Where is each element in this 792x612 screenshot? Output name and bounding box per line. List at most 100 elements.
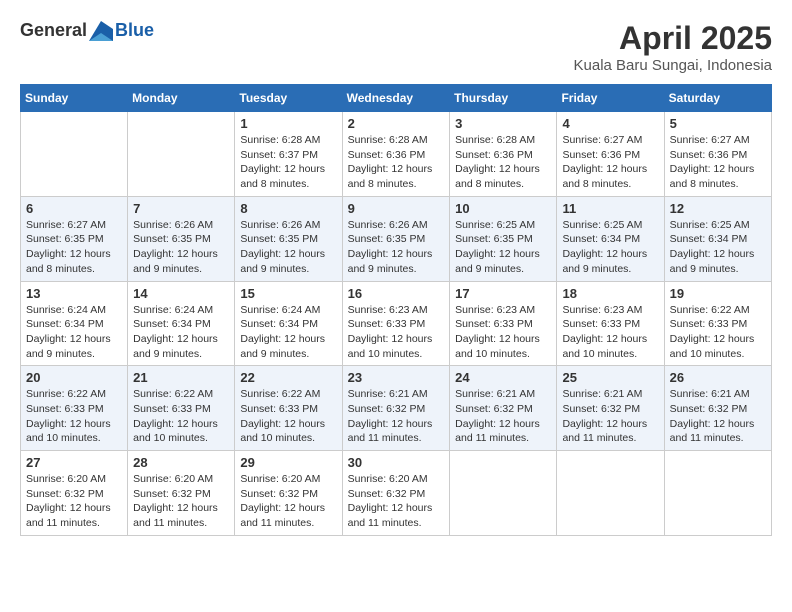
calendar-cell: 16 Sunrise: 6:23 AMSunset: 6:33 PMDayligh…	[342, 281, 450, 366]
calendar-cell: 10 Sunrise: 6:25 AMSunset: 6:35 PMDayligh…	[450, 196, 557, 281]
page-header: General Blue April 2025 Kuala Baru Sunga…	[20, 20, 772, 74]
calendar-week-4: 20 Sunrise: 6:22 AMSunset: 6:33 PMDayligh…	[21, 366, 772, 451]
calendar-cell: 3 Sunrise: 6:28 AMSunset: 6:36 PMDaylight…	[450, 112, 557, 197]
logo-general-text: General	[20, 20, 87, 41]
weekday-header-saturday: Saturday	[664, 85, 771, 112]
day-number: 29	[240, 455, 336, 470]
calendar-cell	[664, 451, 771, 536]
day-info: Sunrise: 6:24 AMSunset: 6:34 PMDaylight:…	[240, 303, 336, 362]
calendar-cell: 5 Sunrise: 6:27 AMSunset: 6:36 PMDaylight…	[664, 112, 771, 197]
day-number: 19	[670, 286, 766, 301]
day-number: 11	[562, 201, 658, 216]
calendar-cell	[450, 451, 557, 536]
calendar-cell: 15 Sunrise: 6:24 AMSunset: 6:34 PMDayligh…	[235, 281, 342, 366]
day-info: Sunrise: 6:20 AMSunset: 6:32 PMDaylight:…	[240, 472, 336, 531]
day-info: Sunrise: 6:22 AMSunset: 6:33 PMDaylight:…	[240, 387, 336, 446]
day-info: Sunrise: 6:25 AMSunset: 6:34 PMDaylight:…	[670, 218, 766, 277]
calendar-cell: 12 Sunrise: 6:25 AMSunset: 6:34 PMDayligh…	[664, 196, 771, 281]
calendar-cell: 29 Sunrise: 6:20 AMSunset: 6:32 PMDayligh…	[235, 451, 342, 536]
calendar-cell: 13 Sunrise: 6:24 AMSunset: 6:34 PMDayligh…	[21, 281, 128, 366]
calendar-cell: 23 Sunrise: 6:21 AMSunset: 6:32 PMDayligh…	[342, 366, 450, 451]
day-number: 21	[133, 370, 229, 385]
day-info: Sunrise: 6:23 AMSunset: 6:33 PMDaylight:…	[455, 303, 551, 362]
logo-icon	[89, 21, 113, 41]
day-number: 10	[455, 201, 551, 216]
day-number: 18	[562, 286, 658, 301]
day-info: Sunrise: 6:25 AMSunset: 6:34 PMDaylight:…	[562, 218, 658, 277]
logo-blue-text: Blue	[115, 20, 154, 41]
weekday-header-sunday: Sunday	[21, 85, 128, 112]
calendar-cell: 20 Sunrise: 6:22 AMSunset: 6:33 PMDayligh…	[21, 366, 128, 451]
calendar-cell: 11 Sunrise: 6:25 AMSunset: 6:34 PMDayligh…	[557, 196, 664, 281]
day-number: 24	[455, 370, 551, 385]
day-info: Sunrise: 6:23 AMSunset: 6:33 PMDaylight:…	[348, 303, 445, 362]
day-number: 26	[670, 370, 766, 385]
day-number: 30	[348, 455, 445, 470]
day-number: 25	[562, 370, 658, 385]
day-info: Sunrise: 6:27 AMSunset: 6:35 PMDaylight:…	[26, 218, 122, 277]
calendar-cell: 19Sunrise: 6:22 AMSunset: 6:33 PMDayligh…	[664, 281, 771, 366]
day-number: 23	[348, 370, 445, 385]
calendar-header: SundayMondayTuesdayWednesdayThursdayFrid…	[21, 85, 772, 112]
calendar-week-2: 6Sunrise: 6:27 AMSunset: 6:35 PMDaylight…	[21, 196, 772, 281]
calendar-cell	[128, 112, 235, 197]
day-info: Sunrise: 6:21 AMSunset: 6:32 PMDaylight:…	[670, 387, 766, 446]
day-info: Sunrise: 6:21 AMSunset: 6:32 PMDaylight:…	[455, 387, 551, 446]
calendar-cell: 25 Sunrise: 6:21 AMSunset: 6:32 PMDayligh…	[557, 366, 664, 451]
day-info: Sunrise: 6:26 AMSunset: 6:35 PMDaylight:…	[348, 218, 445, 277]
day-number: 2	[348, 116, 445, 131]
weekday-header-row: SundayMondayTuesdayWednesdayThursdayFrid…	[21, 85, 772, 112]
day-number: 9	[348, 201, 445, 216]
day-number: 27	[26, 455, 122, 470]
calendar-cell: 1 Sunrise: 6:28 AMSunset: 6:37 PMDaylight…	[235, 112, 342, 197]
calendar-week-5: 27 Sunrise: 6:20 AMSunset: 6:32 PMDayligh…	[21, 451, 772, 536]
day-number: 3	[455, 116, 551, 131]
title-block: April 2025 Kuala Baru Sungai, Indonesia	[574, 20, 772, 74]
calendar-cell: 24 Sunrise: 6:21 AMSunset: 6:32 PMDayligh…	[450, 366, 557, 451]
calendar-cell: 8 Sunrise: 6:26 AMSunset: 6:35 PMDaylight…	[235, 196, 342, 281]
day-number: 20	[26, 370, 122, 385]
day-number: 17	[455, 286, 551, 301]
day-number: 16	[348, 286, 445, 301]
day-info: Sunrise: 6:26 AMSunset: 6:35 PMDaylight:…	[240, 218, 336, 277]
day-number: 13	[26, 286, 122, 301]
day-info: Sunrise: 6:21 AMSunset: 6:32 PMDaylight:…	[562, 387, 658, 446]
day-info: Sunrise: 6:27 AMSunset: 6:36 PMDaylight:…	[670, 133, 766, 192]
day-number: 15	[240, 286, 336, 301]
calendar-cell: 18 Sunrise: 6:23 AMSunset: 6:33 PMDayligh…	[557, 281, 664, 366]
day-info: Sunrise: 6:22 AMSunset: 6:33 PMDaylight:…	[26, 387, 122, 446]
calendar-cell: 26 Sunrise: 6:21 AMSunset: 6:32 PMDayligh…	[664, 366, 771, 451]
day-number: 28	[133, 455, 229, 470]
calendar-cell	[557, 451, 664, 536]
day-info: Sunrise: 6:20 AMSunset: 6:32 PMDaylight:…	[133, 472, 229, 531]
calendar-cell: 22 Sunrise: 6:22 AMSunset: 6:33 PMDayligh…	[235, 366, 342, 451]
day-info: Sunrise: 6:28 AMSunset: 6:37 PMDaylight:…	[240, 133, 336, 192]
day-number: 4	[562, 116, 658, 131]
calendar-cell: 21Sunrise: 6:22 AMSunset: 6:33 PMDayligh…	[128, 366, 235, 451]
day-number: 1	[240, 116, 336, 131]
day-info: Sunrise: 6:28 AMSunset: 6:36 PMDaylight:…	[455, 133, 551, 192]
day-number: 14	[133, 286, 229, 301]
weekday-header-tuesday: Tuesday	[235, 85, 342, 112]
day-info: Sunrise: 6:25 AMSunset: 6:35 PMDaylight:…	[455, 218, 551, 277]
day-number: 5	[670, 116, 766, 131]
calendar-cell: 7 Sunrise: 6:26 AMSunset: 6:35 PMDaylight…	[128, 196, 235, 281]
calendar-cell: 4 Sunrise: 6:27 AMSunset: 6:36 PMDaylight…	[557, 112, 664, 197]
day-info: Sunrise: 6:26 AMSunset: 6:35 PMDaylight:…	[133, 218, 229, 277]
calendar-cell: 17 Sunrise: 6:23 AMSunset: 6:33 PMDayligh…	[450, 281, 557, 366]
day-info: Sunrise: 6:28 AMSunset: 6:36 PMDaylight:…	[348, 133, 445, 192]
day-number: 22	[240, 370, 336, 385]
day-info: Sunrise: 6:24 AMSunset: 6:34 PMDaylight:…	[26, 303, 122, 362]
day-number: 12	[670, 201, 766, 216]
calendar-table: SundayMondayTuesdayWednesdayThursdayFrid…	[20, 84, 772, 536]
day-number: 7	[133, 201, 229, 216]
day-number: 8	[240, 201, 336, 216]
day-info: Sunrise: 6:23 AMSunset: 6:33 PMDaylight:…	[562, 303, 658, 362]
day-info: Sunrise: 6:21 AMSunset: 6:32 PMDaylight:…	[348, 387, 445, 446]
calendar-body: 1 Sunrise: 6:28 AMSunset: 6:37 PMDaylight…	[21, 112, 772, 536]
calendar-title: April 2025	[574, 20, 772, 57]
calendar-subtitle: Kuala Baru Sungai, Indonesia	[574, 57, 772, 74]
calendar-week-3: 13 Sunrise: 6:24 AMSunset: 6:34 PMDayligh…	[21, 281, 772, 366]
day-info: Sunrise: 6:27 AMSunset: 6:36 PMDaylight:…	[562, 133, 658, 192]
calendar-cell: 9 Sunrise: 6:26 AMSunset: 6:35 PMDaylight…	[342, 196, 450, 281]
